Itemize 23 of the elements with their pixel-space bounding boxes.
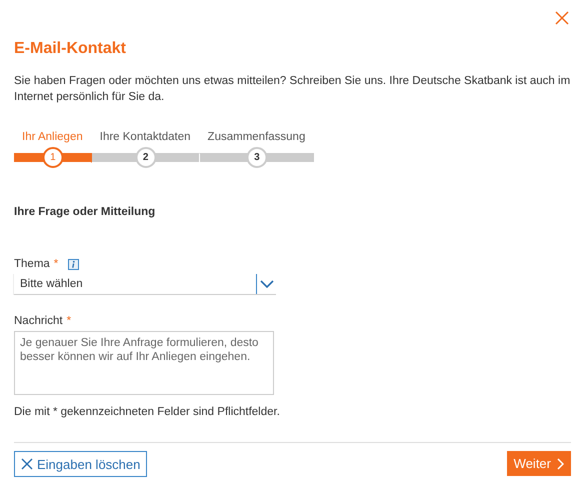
message-field[interactable]: Je genauer Sie Ihre Anfrage formulieren, desto besser können wir auf Ihr Anliegen eingehen. <box>14 331 274 395</box>
required-mark: * <box>54 258 58 270</box>
required-note: Die mit * gekennzeichneten Felder sind Pflichtfelder. <box>14 406 281 418</box>
close-icon <box>21 458 33 470</box>
step-label: Ihr Anliegen <box>21 130 84 144</box>
step-label: Zusammenfassung <box>206 130 306 144</box>
step-number: 2 <box>135 147 156 168</box>
field-label: Thema <box>14 258 50 270</box>
step-number: 1 <box>42 147 64 168</box>
section-heading: Ihre Frage oder Mitteilung <box>14 206 156 218</box>
step-number: 3 <box>246 147 268 168</box>
close-icon[interactable] <box>555 11 569 25</box>
info-icon[interactable] <box>68 258 80 270</box>
step-label: Ihre Kontaktdaten <box>98 130 192 144</box>
next-button[interactable]: Weiter <box>506 451 571 476</box>
required-mark: * <box>66 315 72 327</box>
intro-text: Sie haben Fragen oder möchten uns etwas mitteilen? Schreiben Sie uns. Ihre Deutsche Skatbank ist auch im Internet persönlich für Sie da. <box>14 74 571 105</box>
clear-button[interactable]: Eingaben löschen <box>14 451 148 477</box>
dialog-title: E-Mail-Kontakt <box>14 39 127 59</box>
chevron-down-icon <box>260 280 274 288</box>
chevron-right-icon <box>557 458 564 470</box>
field-label: Nachricht <box>14 315 63 327</box>
topic-select[interactable]: Bitte wählen <box>14 274 276 295</box>
